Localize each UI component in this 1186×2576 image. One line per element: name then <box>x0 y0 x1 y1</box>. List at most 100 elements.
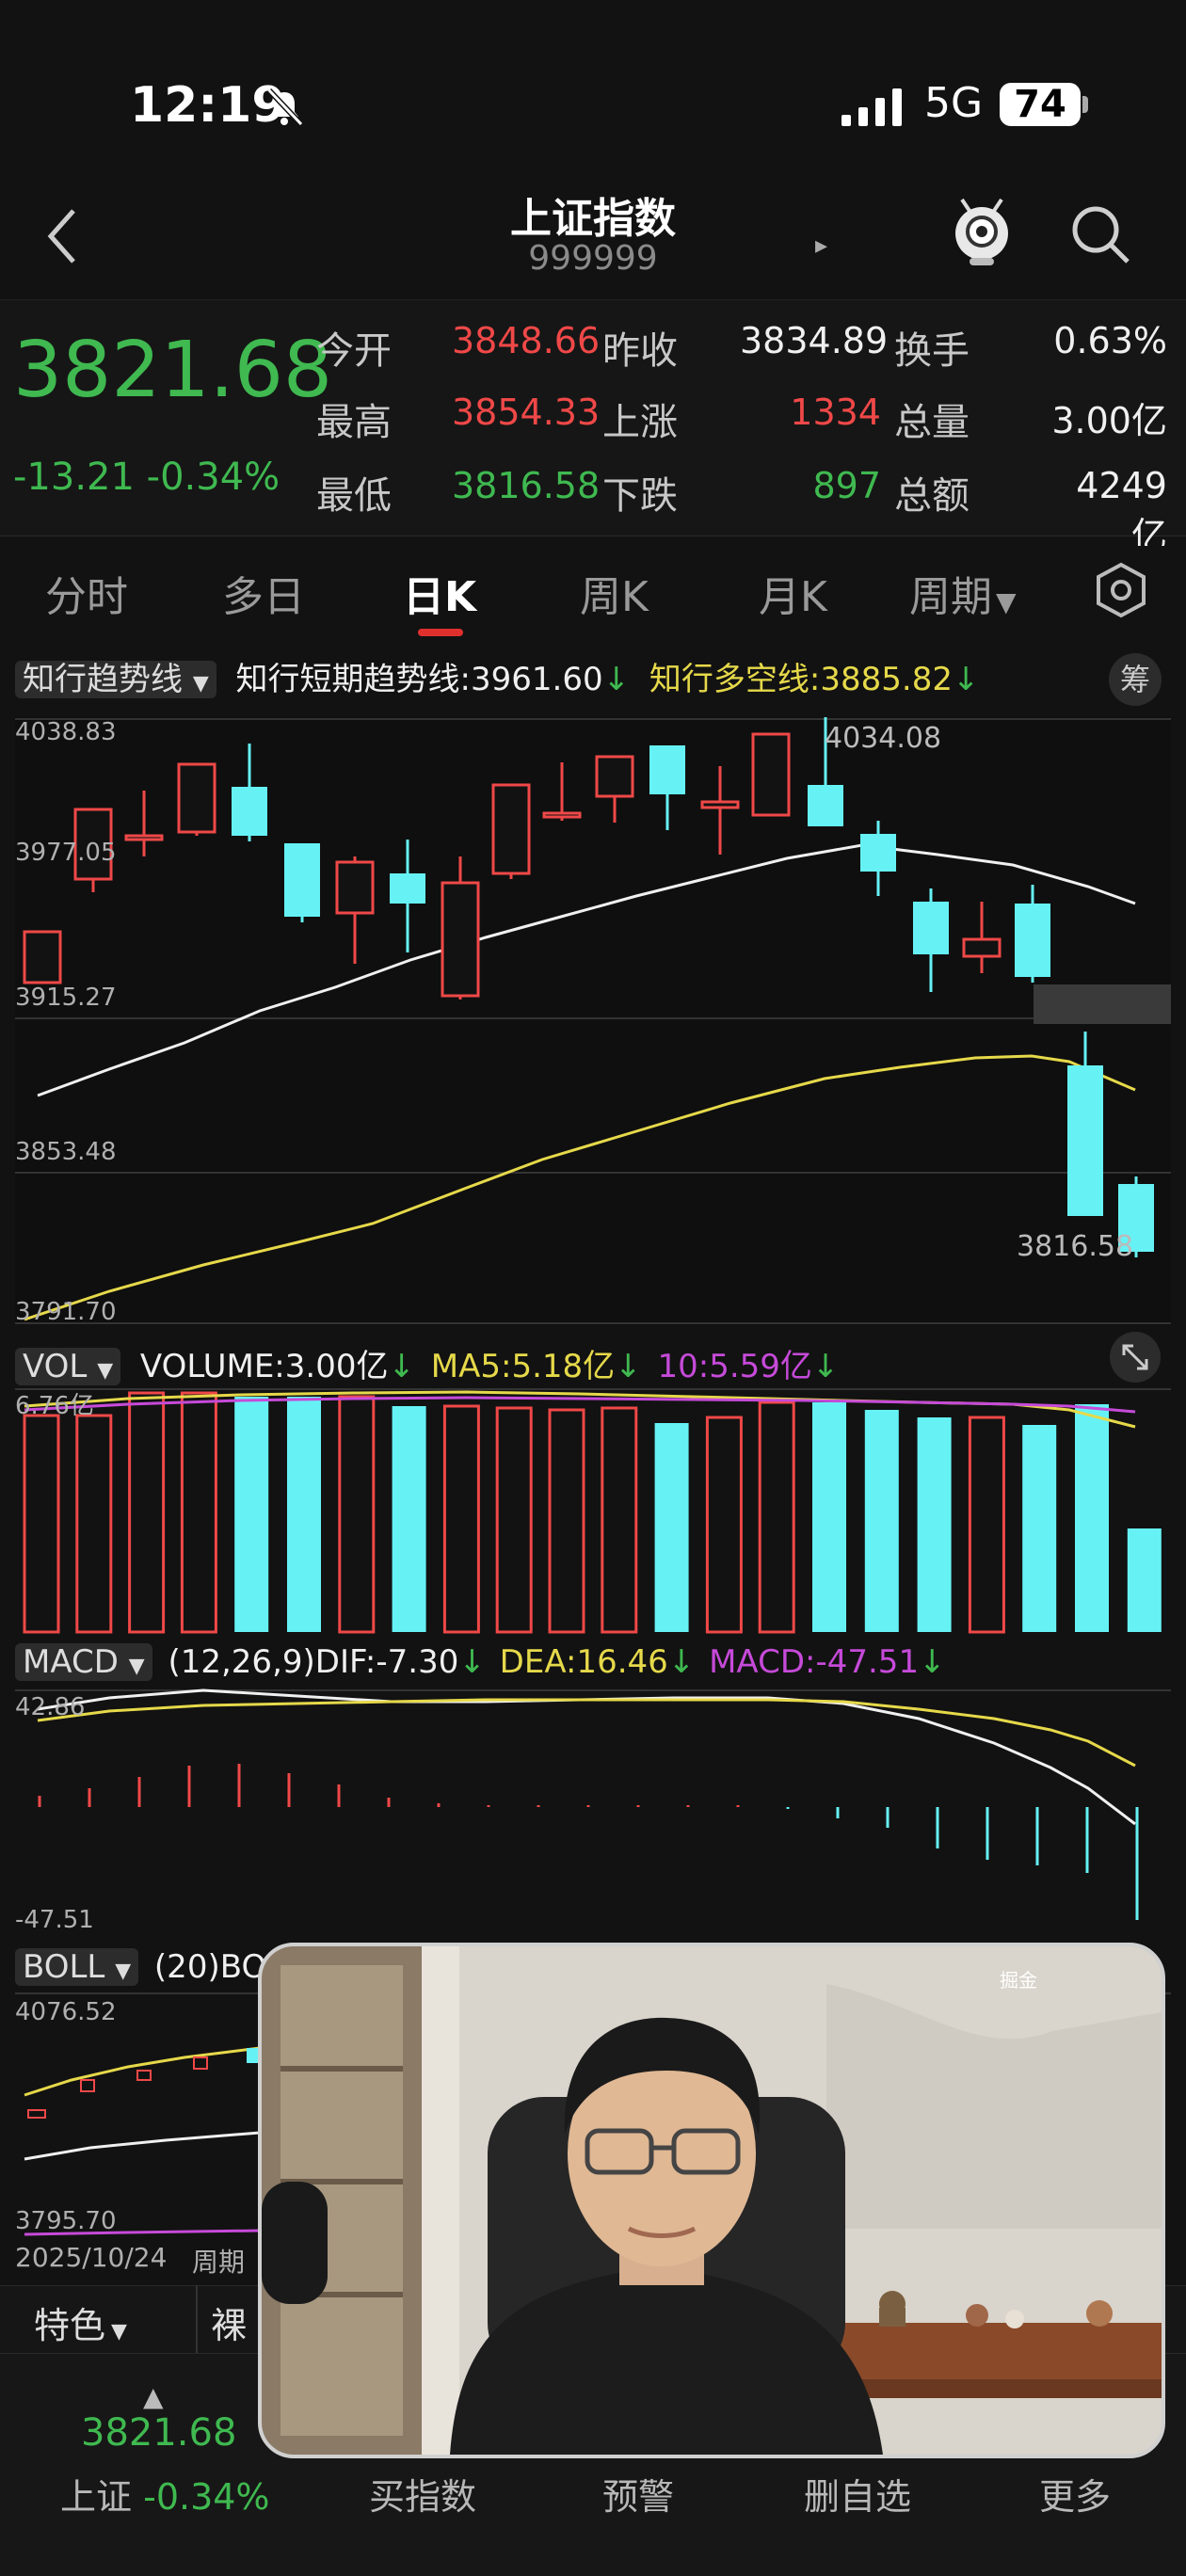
volume-bar <box>601 1406 638 1634</box>
page-title: 上证指数 <box>510 195 676 243</box>
candle-body <box>232 787 267 836</box>
boll-candle <box>193 2056 208 2070</box>
volume-chart[interactable]: 6.76亿 <box>15 1387 1171 1634</box>
volume-indicator-select[interactable]: VOL ▼ <box>15 1348 121 1385</box>
volume-bars <box>23 1391 1162 1634</box>
arrow-down-icon: ↓ <box>615 1348 642 1385</box>
volume-bar <box>1127 1528 1162 1632</box>
boll-candle <box>27 2109 46 2119</box>
back-icon[interactable] <box>45 203 83 269</box>
volume-bar <box>758 1400 795 1634</box>
index-code: 999999 <box>528 239 658 278</box>
triangle-down-icon: ▼ <box>128 1655 145 1678</box>
candle-body <box>808 785 843 826</box>
bottom-index-change[interactable]: 上证 -0.34% <box>60 2468 270 2520</box>
quote-value: 897 <box>812 465 881 506</box>
kline-axis-3: 3853.48 <box>15 1138 117 1166</box>
more-button[interactable]: 更多 <box>1039 2468 1111 2520</box>
triangle-down-icon: ▼ <box>115 1960 132 1983</box>
candle-body <box>335 860 375 915</box>
alert-button[interactable]: 预警 <box>602 2468 674 2520</box>
volume-bar <box>968 1416 1005 1634</box>
candle-body <box>124 834 164 841</box>
kline-axis-0: 4038.83 <box>15 718 117 746</box>
macd-chart[interactable]: 42.86 -47.51 <box>15 1688 1171 1935</box>
macd-axis-top: 42.86 <box>15 1693 85 1721</box>
tab-multiday[interactable]: 多日 <box>222 563 305 623</box>
short-trend-value: 知行短期趋势线:3961.60 <box>235 661 603 698</box>
search-icon[interactable] <box>1069 203 1131 265</box>
arrow-down-icon: ↓ <box>388 1348 415 1385</box>
boll-mid-line <box>24 2131 261 2161</box>
macd-params: (12,26,9) <box>168 1643 315 1681</box>
macd-indicator-select[interactable]: MACD ▼ <box>15 1643 152 1681</box>
chip-distribution-button[interactable]: 筹 <box>1109 653 1162 706</box>
tab-daily-k[interactable]: 日K <box>403 563 476 623</box>
candle-body <box>177 762 216 834</box>
dif-value: DIF:-7.30 <box>314 1643 459 1681</box>
video-overlay[interactable]: 掘金 <box>258 1943 1165 2458</box>
candle-body <box>23 930 62 984</box>
volume-bar <box>548 1408 585 1634</box>
boll-period-label: 周期 <box>192 2247 246 2278</box>
volume-bar <box>75 1414 113 1634</box>
caret-up-icon[interactable]: ▲ <box>143 2381 164 2412</box>
quote-label: 最高 <box>316 401 392 444</box>
price-change: -13.21 -0.34% <box>13 456 280 499</box>
signal-icon <box>841 88 902 126</box>
tab-period[interactable]: 周期 ▼ <box>909 563 1017 623</box>
boll-indicator-select[interactable]: BOLL ▼ <box>15 1948 139 1986</box>
kline-axis-4: 3791.70 <box>15 1298 117 1325</box>
ma5-value: MA5:5.18亿 <box>430 1348 616 1385</box>
candle-body <box>491 783 531 875</box>
candle-body <box>700 800 740 809</box>
arrow-down-icon: ↓ <box>811 1348 840 1385</box>
volume-indicator-label: VOL <box>23 1348 88 1385</box>
quote-value: 3816.58 <box>452 465 601 506</box>
battery-tip <box>1082 96 1088 113</box>
buy-index-button[interactable]: 买指数 <box>369 2468 476 2520</box>
kline-indicator-select[interactable]: 知行趋势线 ▼ <box>15 661 216 698</box>
caret-right-icon[interactable]: ▸ <box>815 232 827 260</box>
candle-body <box>595 755 634 798</box>
volume-bar <box>338 1395 376 1634</box>
volume-bar <box>812 1402 846 1632</box>
candle-body <box>962 937 1002 958</box>
mascot-icon[interactable] <box>951 198 1013 269</box>
volume-bar <box>654 1423 689 1632</box>
battery-indicator: 74 <box>1000 83 1081 126</box>
remove-watchlist-button[interactable]: 删自选 <box>804 2468 911 2520</box>
quote-value: 4249亿 <box>1076 465 1167 556</box>
macd-value: MACD:-47.51 <box>709 1643 920 1681</box>
bell-muted-icon <box>266 88 304 127</box>
quote-label: 今开 <box>316 329 392 373</box>
candle-body <box>1067 1065 1103 1216</box>
volume-bar <box>392 1406 426 1632</box>
feature-menu[interactable]: 特色 ▼ <box>34 2296 127 2348</box>
triangle-down-icon: ▼ <box>97 1359 114 1383</box>
active-tab-indicator <box>418 629 463 636</box>
tab-intraday[interactable]: 分时 <box>45 563 128 623</box>
macd-axis-bottom: -47.51 <box>15 1906 94 1934</box>
kline-chart[interactable]: 4034.08 3816.58 4038.83 3977.05 3915.27 … <box>15 717 1171 1325</box>
quote-value: 3.00亿 <box>1051 400 1167 441</box>
quote-value: 3848.66 <box>452 320 601 361</box>
settings-hexagon-icon[interactable] <box>1092 561 1150 619</box>
candle-body <box>441 881 480 998</box>
quote-value: 1334 <box>790 392 881 433</box>
boll-indicator-bar: BOLL ▼ (20)BOL <box>15 1948 284 1986</box>
tab-weekly-k[interactable]: 周K <box>580 563 649 623</box>
volume-bar <box>1022 1425 1057 1632</box>
quote-label: 换手 <box>894 329 970 373</box>
arrow-down-icon: ↓ <box>602 661 631 698</box>
naked-k-toggle[interactable]: 裸 <box>211 2296 247 2348</box>
dea-line <box>37 1698 1136 1768</box>
long-short-line <box>24 1054 1136 1321</box>
quote-label: 上涨 <box>602 401 678 444</box>
expand-icon[interactable] <box>1109 1331 1162 1384</box>
tab-monthly-k[interactable]: 月K <box>759 563 827 623</box>
bottom-index-name: 上证 <box>60 2476 133 2518</box>
bottom-index-pct: -0.34% <box>143 2476 270 2518</box>
macd-indicator-bar: MACD ▼ (12,26,9)DIF:-7.30↓ DEA:16.46↓ MA… <box>15 1643 946 1681</box>
long-short-value: 知行多空线:3885.82 <box>649 661 953 698</box>
